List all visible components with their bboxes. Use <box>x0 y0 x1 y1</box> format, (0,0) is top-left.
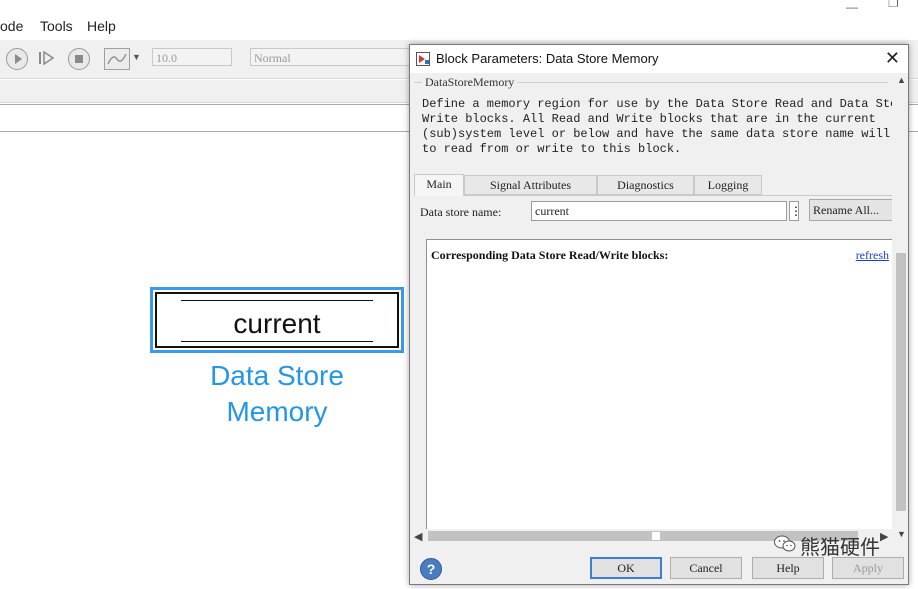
wechat-icon <box>774 535 796 552</box>
dialog-title: Block Parameters: Data Store Memory <box>436 51 659 66</box>
read-write-blocks-panel: Corresponding Data Store Read/Write bloc… <box>426 239 892 539</box>
block-body: current <box>155 292 399 348</box>
run-icon[interactable] <box>6 48 28 70</box>
dialog-titlebar[interactable]: Block Parameters: Data Store Memory ✕ <box>410 45 908 73</box>
simulink-icon <box>416 52 430 66</box>
help-question-icon[interactable]: ? <box>420 558 442 580</box>
step-forward-icon[interactable] <box>36 48 56 68</box>
watermark: 熊猫硬件 <box>774 531 880 560</box>
cancel-button[interactable]: Cancel <box>670 557 742 579</box>
scroll-left-icon[interactable]: ◀ <box>414 530 422 543</box>
more-options-button[interactable]: ⋮ <box>789 201 802 221</box>
menu-code[interactable]: ode <box>0 18 23 34</box>
dialog-content: DataStoreMemory Define a memory region f… <box>412 73 892 543</box>
block-label-line2: Memory <box>226 396 328 427</box>
block-label-line1: Data Store <box>210 360 344 391</box>
block-parameters-dialog: Block Parameters: Data Store Memory ✕ Da… <box>409 44 909 585</box>
scroll-up-icon[interactable]: ▲ <box>897 75 906 85</box>
data-store-memory-block[interactable]: current <box>150 287 404 353</box>
scroll-right-icon[interactable]: ▶ <box>880 530 888 543</box>
tab-diagnostics[interactable]: Diagnostics <box>597 175 694 195</box>
group-title: DataStoreMemory <box>422 75 518 90</box>
scroll-down-icon[interactable]: ▼ <box>897 529 906 539</box>
divider <box>181 341 373 342</box>
menu-tools[interactable]: Tools <box>40 18 73 34</box>
stop-icon[interactable] <box>68 48 90 70</box>
data-store-name-label: Data store name: <box>420 205 502 219</box>
refresh-link[interactable]: refresh <box>856 248 889 263</box>
sim-mode-select[interactable]: Normal <box>250 48 410 66</box>
vertical-scroll-thumb[interactable] <box>896 253 906 511</box>
tab-signal-attributes[interactable]: Signal Attributes <box>464 175 597 195</box>
stop-time-input[interactable]: 10.0 <box>152 48 232 66</box>
scroll-grip <box>652 532 660 540</box>
menu-help[interactable]: Help <box>87 18 116 34</box>
block-store-name: current <box>233 308 321 339</box>
block-description: Define a memory region for use by the Da… <box>422 97 892 156</box>
close-icon[interactable]: ✕ <box>885 48 900 69</box>
divider <box>181 300 373 301</box>
chevron-down-icon[interactable]: ▼ <box>132 52 141 62</box>
minimize-icon[interactable]: — <box>846 0 858 14</box>
data-store-name-input[interactable]: current <box>531 201 787 221</box>
block-label[interactable]: Data Store Memory <box>150 358 404 430</box>
tab-logging[interactable]: Logging <box>694 175 762 195</box>
scope-icon[interactable] <box>104 48 130 70</box>
tab-panel-border <box>464 195 892 196</box>
watermark-text: 熊猫硬件 <box>800 535 880 559</box>
tab-main[interactable]: Main <box>414 174 464 196</box>
menubar: ode Tools Help — ❐ <box>0 0 918 40</box>
rename-all-button[interactable]: Rename All... <box>809 199 892 221</box>
vertical-scrollbar[interactable]: ▲ ▼ <box>894 73 908 543</box>
help-button[interactable]: Help <box>752 557 824 579</box>
list-heading: Corresponding Data Store Read/Write bloc… <box>431 248 669 262</box>
ok-button[interactable]: OK <box>590 557 662 579</box>
restore-icon[interactable]: ❐ <box>888 0 899 10</box>
apply-button[interactable]: Apply <box>832 557 904 579</box>
